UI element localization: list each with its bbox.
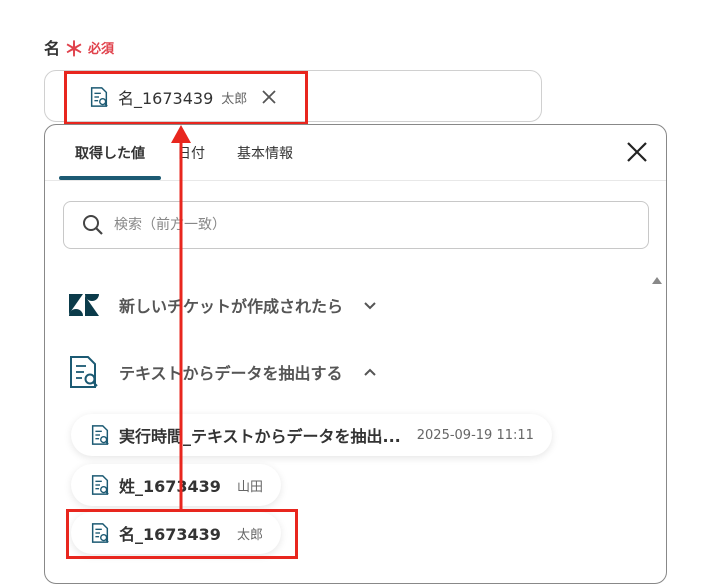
app-row-zendesk[interactable]: 新しいチケットが作成されたら — [67, 288, 377, 322]
close-icon[interactable] — [624, 139, 650, 165]
item-value: 姓_1673439 — [119, 477, 221, 496]
zendesk-logo — [69, 294, 99, 316]
tab-basic-info[interactable]: 基本情報 — [221, 125, 309, 180]
tab-acquired-values[interactable]: 取得した値 — [59, 125, 161, 180]
highlight-box-top — [64, 71, 308, 125]
tab-bar: 取得した値 日付 基本情報 — [59, 125, 309, 180]
tab-divider — [45, 180, 666, 181]
highlight-box-bottom — [66, 509, 298, 559]
document-search-icon — [91, 475, 109, 495]
field-name: 名 — [44, 39, 61, 58]
tab-date[interactable]: 日付 — [161, 125, 221, 180]
list-item[interactable]: 姓_1673439 山田 — [71, 464, 281, 506]
search-box[interactable] — [63, 201, 649, 249]
required-mark: ＊ — [64, 37, 85, 61]
item-sub: 山田 — [236, 479, 263, 495]
chevron-down-icon — [364, 302, 376, 310]
document-search-icon — [70, 356, 98, 388]
search-input[interactable] — [112, 216, 596, 234]
field-label: 名 ＊ 必須 — [44, 35, 114, 59]
search-icon — [83, 215, 103, 235]
item-value: 実行時間_テキストからデータを抽出... — [119, 427, 401, 446]
app-row-label: テキストからデータを抽出する — [119, 364, 343, 383]
scroll-up-arrow[interactable] — [652, 277, 662, 284]
document-search-icon — [91, 425, 109, 445]
chevron-up-icon — [363, 368, 376, 376]
item-sub: 2025-09-19 11:11 — [416, 427, 534, 443]
list-item[interactable]: 実行時間_テキストからデータを抽出... 2025-09-19 11:11 — [71, 414, 552, 456]
required-text: 必須 — [88, 41, 115, 57]
app-row-extract-text[interactable]: テキストからデータを抽出する — [67, 355, 377, 389]
app-row-label: 新しいチケットが作成されたら — [119, 297, 344, 316]
